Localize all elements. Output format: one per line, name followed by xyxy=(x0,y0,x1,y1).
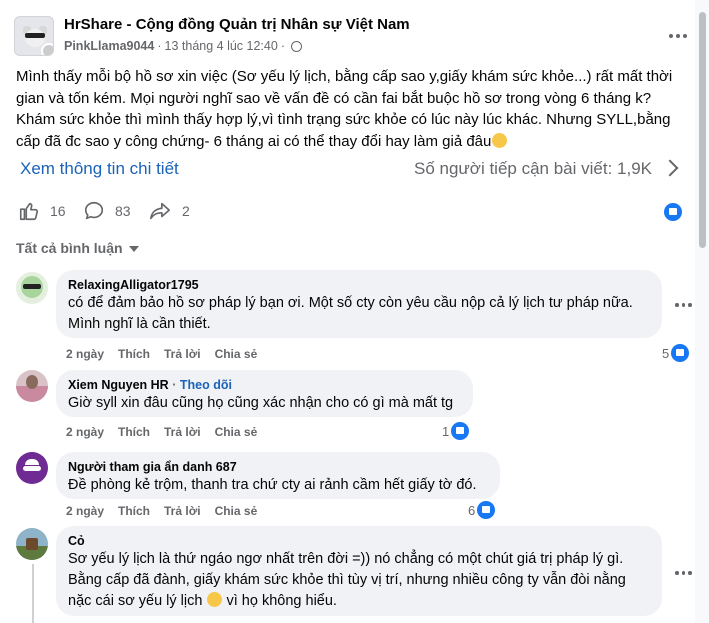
comment-reactions[interactable]: 1 xyxy=(442,422,470,440)
comment-filter-label: Tất cả bình luận xyxy=(16,240,123,256)
avatar-building xyxy=(26,538,38,550)
comment-text-block: Sơ yếu lý lịch là thứ ngáo ngơ nhất trên… xyxy=(68,549,650,612)
scrollbar-thumb[interactable] xyxy=(699,12,706,248)
comment-text: Giờ syll xin đâu cũng họ cũng xác nhận c… xyxy=(68,395,454,411)
comment-reactions[interactable]: 6 xyxy=(468,501,496,519)
comment-reply-button[interactable]: Trả lời xyxy=(164,504,201,518)
avatar-dog-face xyxy=(25,29,45,47)
post-reach-text[interactable]: Số người tiếp cận bài viết: 1,9K xyxy=(414,159,652,179)
meta-separator: · xyxy=(157,39,162,53)
post-insights-row: Xem thông tin chi tiết Số người tiếp cận… xyxy=(0,150,700,190)
view-details-link[interactable]: Xem thông tin chi tiết xyxy=(20,159,179,179)
comment-like-button[interactable]: Thích xyxy=(118,425,150,439)
more-dot xyxy=(681,571,685,575)
comment-bubble: Cỏ Sơ yếu lý lịch là thứ ngáo ngơ nhất t… xyxy=(56,526,662,616)
comment-text: có để đảm bảo hồ sơ pháp lý bạn ơi. Một … xyxy=(68,295,633,332)
more-dots-icon xyxy=(669,34,673,38)
grinning-emoji-icon xyxy=(207,592,223,607)
scrollbar[interactable] xyxy=(695,0,709,623)
follow-separator: · xyxy=(172,378,177,392)
commenter-avatar[interactable] xyxy=(16,370,48,402)
reaction-count: 6 xyxy=(468,502,476,518)
comment-bubble-icon xyxy=(84,201,104,220)
comment-text-tail: vì họ không hiểu. xyxy=(226,593,337,609)
avatar-sunglasses xyxy=(25,33,45,38)
comment-actions: 2 ngày Thích Trả lời Chia sẻ xyxy=(66,425,257,439)
anon-hat-icon xyxy=(25,459,39,465)
caret-down-icon xyxy=(128,246,139,252)
comment-share-button[interactable]: Chia sẻ xyxy=(215,504,258,518)
post-body: Mình thấy mỗi bộ hồ sơ xin việc (Sơ yếu … xyxy=(16,66,686,152)
comment-bubble: Xiem Nguyen HR · Theo dõi Giờ syll xin đ… xyxy=(56,370,473,417)
avatar-photo-head xyxy=(26,375,38,389)
reaction-count: 5 xyxy=(662,345,670,361)
post-action-row: 16 83 2 xyxy=(0,196,700,230)
thumbs-up-icon xyxy=(19,202,39,221)
comment-actions: 2 ngày Thích Trả lời Chia sẻ xyxy=(66,504,257,518)
like-action[interactable]: 16 xyxy=(18,200,66,222)
comment-filter-dropdown[interactable]: Tất cả bình luận xyxy=(16,240,139,256)
reply-thread-line xyxy=(32,564,34,623)
avatar-sunglasses xyxy=(23,284,41,289)
comment-action[interactable]: 83 xyxy=(83,200,131,222)
group-name-link[interactable]: HrShare - Cộng đồng Quản trị Nhân sự Việ… xyxy=(64,16,410,33)
comment-time[interactable]: 2 ngày xyxy=(66,347,104,361)
comment-text: Sơ yếu lý lịch là thứ ngáo ngơ nhất trên… xyxy=(68,551,626,609)
commenter-avatar[interactable] xyxy=(16,528,48,560)
comment-actions: 2 ngày Thích Trả lời Chia sẻ xyxy=(66,347,257,361)
comment-like-button[interactable]: Thích xyxy=(118,504,150,518)
comment-like-button[interactable]: Thích xyxy=(118,347,150,361)
follow-button[interactable]: Theo dõi xyxy=(180,378,232,392)
share-arrow-icon xyxy=(150,202,170,220)
more-dot xyxy=(688,571,692,575)
post-author-link[interactable]: PinkLlama9044 xyxy=(64,39,154,53)
comment-time[interactable]: 2 ngày xyxy=(66,425,104,439)
more-dot xyxy=(676,34,680,38)
like-reaction-icon xyxy=(671,344,690,362)
more-dot xyxy=(681,303,685,307)
comment-time[interactable]: 2 ngày xyxy=(66,504,104,518)
post-text: Mình thấy mỗi bộ hồ sơ xin việc (Sơ yếu … xyxy=(16,68,673,150)
globe-icon xyxy=(290,40,302,52)
comment-author[interactable]: RelaxingAlligator1795 xyxy=(68,278,650,292)
like-reaction-icon xyxy=(477,501,496,519)
group-avatar[interactable] xyxy=(14,16,54,56)
post-timestamp[interactable]: 13 tháng 4 lúc 12:40 xyxy=(165,39,278,53)
more-dots-icon xyxy=(675,571,679,575)
comment-share-button[interactable]: Chia sẻ xyxy=(215,425,258,439)
more-dot xyxy=(683,34,687,38)
post-header: HrShare - Cộng đồng Quản trị Nhân sự Việ… xyxy=(14,12,694,60)
comment-bubble: Người tham gia ẩn danh 687 Đề phòng kẻ t… xyxy=(56,452,500,499)
comment-author[interactable]: Cỏ xyxy=(68,534,650,548)
like-count: 16 xyxy=(50,203,66,219)
comment-author-row: Xiem Nguyen HR · Theo dõi xyxy=(68,378,461,392)
comment-bubble: RelaxingAlligator1795 có để đảm bảo hồ s… xyxy=(56,270,662,338)
like-reaction-icon xyxy=(451,422,470,440)
author-mini-avatar[interactable] xyxy=(41,43,53,55)
comment-more-button[interactable] xyxy=(675,303,692,307)
comment-text: Đề phòng kẻ trộm, thanh tra chứ cty ai r… xyxy=(68,477,477,493)
share-count: 2 xyxy=(182,203,190,219)
commenter-avatar[interactable] xyxy=(16,272,48,304)
post-meta: PinkLlama9044 · 13 tháng 4 lúc 12:40 · xyxy=(64,39,302,53)
more-dots-icon xyxy=(675,303,679,307)
comment-reply-button[interactable]: Trả lời xyxy=(164,347,201,361)
comment-reactions[interactable]: 5 xyxy=(662,344,690,362)
meta-separator-2: · xyxy=(280,39,285,53)
share-action[interactable]: 2 xyxy=(148,200,190,222)
comment-more-button[interactable] xyxy=(675,571,692,575)
thinking-emoji-icon xyxy=(492,132,508,148)
comment-count: 83 xyxy=(115,203,131,219)
anon-glasses-icon xyxy=(23,466,41,471)
post-more-options-button[interactable] xyxy=(664,26,692,46)
chevron-right-icon[interactable] xyxy=(661,159,679,177)
anonymous-avatar[interactable] xyxy=(16,452,48,484)
more-dot xyxy=(688,303,692,307)
reaction-count: 1 xyxy=(442,423,450,439)
comment-author[interactable]: Người tham gia ẩn danh 687 xyxy=(68,460,488,474)
comment-share-button[interactable]: Chia sẻ xyxy=(215,347,258,361)
comment-author[interactable]: Xiem Nguyen HR xyxy=(68,378,169,392)
like-reaction-icon[interactable] xyxy=(664,203,682,221)
comment-reply-button[interactable]: Trả lời xyxy=(164,425,201,439)
